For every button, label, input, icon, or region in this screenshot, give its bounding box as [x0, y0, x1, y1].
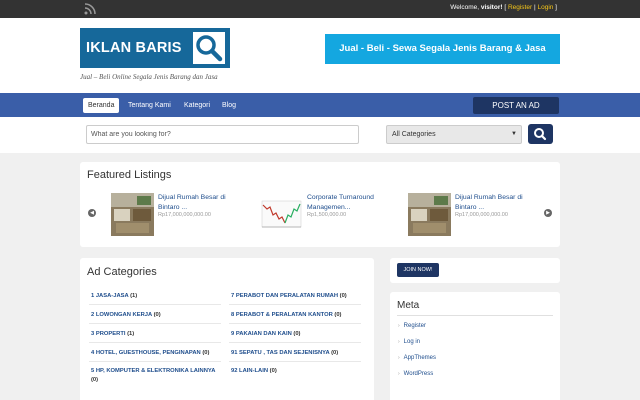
nav-item-beranda[interactable]: Beranda: [83, 98, 120, 113]
listing-title[interactable]: Corporate Turnaround Managemen...: [307, 193, 397, 212]
header-banner[interactable]: Jual - Beli - Sewa Segala Jenis Barang &…: [325, 34, 560, 64]
top-bar: Welcome, visitor! [ Register | Login ]: [0, 0, 640, 18]
listing-item[interactable]: Dijual Rumah Besar di Bintaro ... Rp17,0…: [408, 193, 548, 238]
carousel-prev-icon[interactable]: ◀: [88, 209, 96, 217]
chevron-right-icon: ›: [398, 355, 400, 361]
chevron-down-icon: ▼: [511, 131, 517, 137]
search-bar: All Categories ▼: [0, 117, 640, 153]
chevron-right-icon: ›: [398, 371, 400, 377]
logo-text: IKLAN BARIS: [86, 40, 182, 56]
divider: [89, 361, 221, 362]
listing-thumbnail[interactable]: [260, 193, 303, 236]
search-input[interactable]: [86, 125, 359, 144]
listing-item[interactable]: Dijual Rumah Besar di Bintaro ... Rp17,0…: [111, 193, 251, 238]
meta-link-login[interactable]: › Log in: [398, 339, 420, 345]
divider: [89, 342, 221, 343]
meta-link-appthemes[interactable]: › AppThemes: [398, 355, 436, 361]
nav-item-blog[interactable]: Blog: [222, 98, 236, 113]
search-icon: [534, 128, 547, 141]
site-logo[interactable]: IKLAN BARIS: [80, 28, 230, 68]
meta-title: Meta: [397, 300, 420, 311]
category-link[interactable]: 4 HOTEL, GUESTHOUSE, PENGINAPAN (0): [91, 349, 221, 358]
magnifier-icon: [191, 30, 227, 66]
divider: [89, 304, 221, 305]
listing-item[interactable]: Corporate Turnaround Managemen... Rp1,50…: [260, 193, 400, 238]
username: visitor!: [480, 4, 503, 11]
welcome-text: Welcome, visitor! [ Register | Login ]: [450, 4, 557, 11]
meta-widget: Meta › Register › Log in › AppThemes › WordP…: [390, 292, 560, 400]
chevron-right-icon: ›: [398, 339, 400, 345]
listing-title[interactable]: Dijual Rumah Besar di Bintaro ...: [158, 193, 248, 212]
divider: [89, 323, 221, 324]
divider: [397, 315, 553, 316]
join-now-button[interactable]: JOIN NOW!: [397, 263, 439, 277]
chevron-right-icon: ›: [398, 323, 400, 329]
featured-listings: Featured Listings ◀ ▶ Dijual Rumah Besar…: [80, 162, 560, 247]
category-link[interactable]: 9 PAKAIAN DAN KAIN (0): [231, 330, 361, 339]
category-select-value: All Categories: [392, 131, 436, 138]
category-link[interactable]: 91 SEPATU , TAS DAN SEJENISNYA (0): [231, 349, 361, 358]
main-nav: Beranda Tentang Kami Kategori Blog POST …: [0, 93, 640, 117]
nav-item-kategori[interactable]: Kategori: [184, 98, 210, 113]
listing-title[interactable]: Dijual Rumah Besar di Bintaro ...: [455, 193, 545, 212]
category-link[interactable]: 2 LOWONGAN KERJA (0): [91, 311, 221, 320]
category-select[interactable]: All Categories ▼: [386, 125, 522, 144]
ad-categories: Ad Categories 1 JASA-JASA (1) 2 LOWONGAN…: [80, 258, 374, 400]
meta-link-register[interactable]: › Register: [398, 323, 426, 329]
site-header: IKLAN BARIS Jual – Beli Online Segala Je…: [0, 18, 640, 93]
listing-price: Rp17,000,000,000.00: [455, 212, 508, 218]
site-tagline: Jual – Beli Online Segala Jenis Barang d…: [80, 73, 218, 81]
register-link[interactable]: Register: [508, 4, 532, 11]
meta-link-wordpress[interactable]: › WordPress: [398, 371, 433, 377]
listing-price: Rp17,000,000,000.00: [158, 212, 211, 218]
category-link[interactable]: 7 PERABOT DAN PERALATAN RUMAH (0): [231, 292, 361, 301]
category-link[interactable]: 1 JASA-JASA (1): [91, 292, 221, 301]
nav-item-tentang-kami[interactable]: Tentang Kami: [128, 98, 171, 113]
category-link[interactable]: 3 PROPERTI (1): [91, 330, 221, 339]
divider: [229, 342, 361, 343]
category-link[interactable]: 5 HP, KOMPUTER & ELEKTRONIKA LAINNYA (0): [91, 367, 221, 385]
join-box: JOIN NOW!: [390, 258, 560, 283]
divider: [229, 323, 361, 324]
listing-price: Rp1,500,000.00: [307, 212, 347, 218]
rss-icon[interactable]: [84, 3, 96, 15]
featured-title: Featured Listings: [87, 169, 172, 181]
login-link[interactable]: Login: [537, 4, 553, 11]
ad-categories-title: Ad Categories: [87, 266, 157, 278]
category-link[interactable]: 8 PERABOT & PERALATAN KANTOR (0): [231, 311, 361, 320]
divider: [229, 304, 361, 305]
post-an-ad-button[interactable]: POST AN AD: [473, 97, 559, 114]
listing-thumbnail[interactable]: [111, 193, 154, 236]
listing-thumbnail[interactable]: [408, 193, 451, 236]
divider: [229, 361, 361, 362]
search-button[interactable]: [528, 124, 553, 144]
category-link[interactable]: 92 LAIN-LAIN (0): [231, 367, 361, 376]
